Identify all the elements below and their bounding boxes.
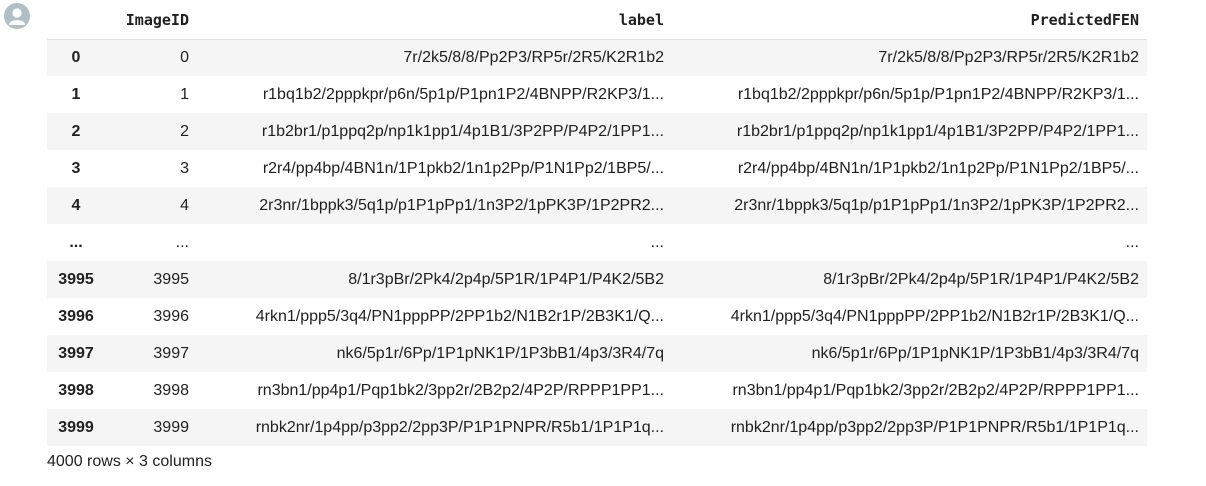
cell-label: 8/1r3pBr/2Pk4/2p4p/5P1R/1P4P1/P4K2/5B2 (348, 270, 664, 288)
cell-predictedfen: rn3bn1/pp4p1/Pqp1bk2/3pp2r/2B2p2/4P2P/RP… (732, 381, 1139, 399)
dataframe-shape-text: 4000 rows × 3 columns (47, 453, 212, 470)
cell-imageid: ... (175, 233, 189, 251)
cell-label: rnbk2nr/1p4pp/p3pp2/2pp3P/P1P1PNPR/R5b1/… (255, 418, 664, 436)
table-row: ............ (47, 224, 1147, 261)
cell-predictedfen: 4rkn1/ppp5/3q4/PN1pppPP/2PP1b2/N1B2r1P/2… (730, 307, 1139, 325)
table-row: 3998 3998 rn3bn1/pp4p1/Pqp1bk2/3pp2r/2B2p2… (47, 372, 1147, 409)
cell-predictedfen: r2r4/pp4bp/4BN1n/1P1pkb2/1n1p2Pp/P1N1Pp2… (737, 159, 1139, 177)
table-body: 0 0 7r/2k5/8/8/Pp2P3/RP5r/2R5/K2R1b2 7r/2k5… (47, 39, 1147, 446)
row-index: 3998 (58, 381, 94, 399)
cell-imageid: 1 (180, 85, 189, 103)
cell-imageid: 0 (180, 48, 189, 66)
cell-predictedfen: r1b2br1/p1ppq2p/np1k1pp1/4p1B1/3P2PP/P4P… (736, 122, 1139, 140)
cell-predictedfen: ... (1125, 233, 1139, 251)
cell-predictedfen: r1bq1b2/2pppkpr/p6n/5p1p/P1pn1P2/4BNPP/R… (737, 85, 1139, 103)
cell-label: rn3bn1/pp4p1/Pqp1bk2/3pp2r/2B2p2/4P2P/RP… (257, 381, 664, 399)
table-row: 4 4 2r3nr/1bppk3/5q1p/p1P1pPp1/1n3P2/1pPK3… (47, 187, 1147, 224)
column-header-predictedfen: PredictedFEN (672, 1, 1147, 40)
cell-label: 2r3nr/1bppk3/5q1p/p1P1pPp1/1n3P2/1pPK3P/… (259, 196, 664, 214)
cell-label: r1b2br1/p1ppq2p/np1k1pp1/4p1B1/3P2PP/P4P… (261, 122, 664, 140)
row-index: 3 (71, 159, 81, 177)
cell-imageid: 3998 (153, 381, 189, 399)
index-header (47, 1, 105, 40)
table-row: 0 0 7r/2k5/8/8/Pp2P3/RP5r/2R5/K2R1b2 7r/2k5… (47, 39, 1147, 76)
cell-imageid: 3999 (153, 418, 189, 436)
row-index: 3996 (58, 307, 94, 325)
cell-imageid: 2 (180, 122, 189, 140)
cell-imageid: 3 (180, 159, 189, 177)
cell-imageid: 3997 (153, 344, 189, 362)
row-index: 0 (71, 48, 81, 66)
table-row: 3995 3995 8/1r3pBr/2Pk4/2p4p/5P1R/1P4P1/P4… (47, 261, 1147, 298)
row-index: 4 (71, 196, 81, 214)
table-row: 3 3 r2r4/pp4bp/4BN1n/1P1pkb2/1n1p2Pp/P1N1P… (47, 150, 1147, 187)
cell-predictedfen: 8/1r3pBr/2Pk4/2p4p/5P1R/1P4P1/P4K2/5B2 (823, 270, 1139, 288)
table-row: 3996 3996 4rkn1/ppp5/3q4/PN1pppPP/2PP1b2/N… (47, 298, 1147, 335)
cell-predictedfen: 7r/2k5/8/8/Pp2P3/RP5r/2R5/K2R1b2 (878, 48, 1139, 66)
cell-label: r2r4/pp4bp/4BN1n/1P1pkb2/1n1p2Pp/P1N1Pp2… (262, 159, 664, 177)
cell-label: ... (650, 233, 664, 251)
cell-imageid: 3996 (153, 307, 189, 325)
table-row: 3997 3997 nk6/5p1r/6Pp/1P1pNK1P/1P3bB1/4p3… (47, 335, 1147, 372)
cell-imageid: 3995 (153, 270, 189, 288)
cell-label: 7r/2k5/8/8/Pp2P3/RP5r/2R5/K2R1b2 (403, 48, 664, 66)
row-index: 3999 (58, 418, 94, 436)
header-row: ImageID label PredictedFEN (47, 1, 1147, 40)
user-avatar-icon[interactable] (4, 3, 30, 29)
table-row: 2 2 r1b2br1/p1ppq2p/np1k1pp1/4p1B1/3P2PP/P… (47, 113, 1147, 150)
row-index: ... (69, 233, 83, 251)
dataframe-table: ImageID label PredictedFEN 0 0 7r/2k5/8/8/… (47, 1, 1147, 446)
table-row: 3999 3999 rnbk2nr/1p4pp/p3pp2/2pp3P/P1P1PN… (47, 409, 1147, 446)
row-index: 3997 (58, 344, 94, 362)
column-header-imageid: ImageID (105, 1, 197, 40)
cell-predictedfen: nk6/5p1r/6Pp/1P1pNK1P/1P3bB1/4p3/3R4/7q (811, 344, 1139, 362)
row-index: 2 (71, 122, 81, 140)
cell-predictedfen: rnbk2nr/1p4pp/p3pp2/2pp3P/P1P1PNPR/R5b1/… (730, 418, 1139, 436)
cell-label: 4rkn1/ppp5/3q4/PN1pppPP/2PP1b2/N1B2r1P/2… (255, 307, 664, 325)
column-header-label: label (197, 1, 672, 40)
row-index: 1 (71, 85, 81, 103)
cell-label: nk6/5p1r/6Pp/1P1pNK1P/1P3bB1/4p3/3R4/7q (336, 344, 664, 362)
table-row: 1 1 r1bq1b2/2pppkpr/p6n/5p1p/P1pn1P2/4BNPP… (47, 76, 1147, 113)
cell-predictedfen: 2r3nr/1bppk3/5q1p/p1P1pPp1/1n3P2/1pPK3P/… (734, 196, 1139, 214)
cell-imageid: 4 (180, 196, 189, 214)
cell-label: r1bq1b2/2pppkpr/p6n/5p1p/P1pn1P2/4BNPP/R… (262, 85, 664, 103)
row-index: 3995 (58, 270, 94, 288)
